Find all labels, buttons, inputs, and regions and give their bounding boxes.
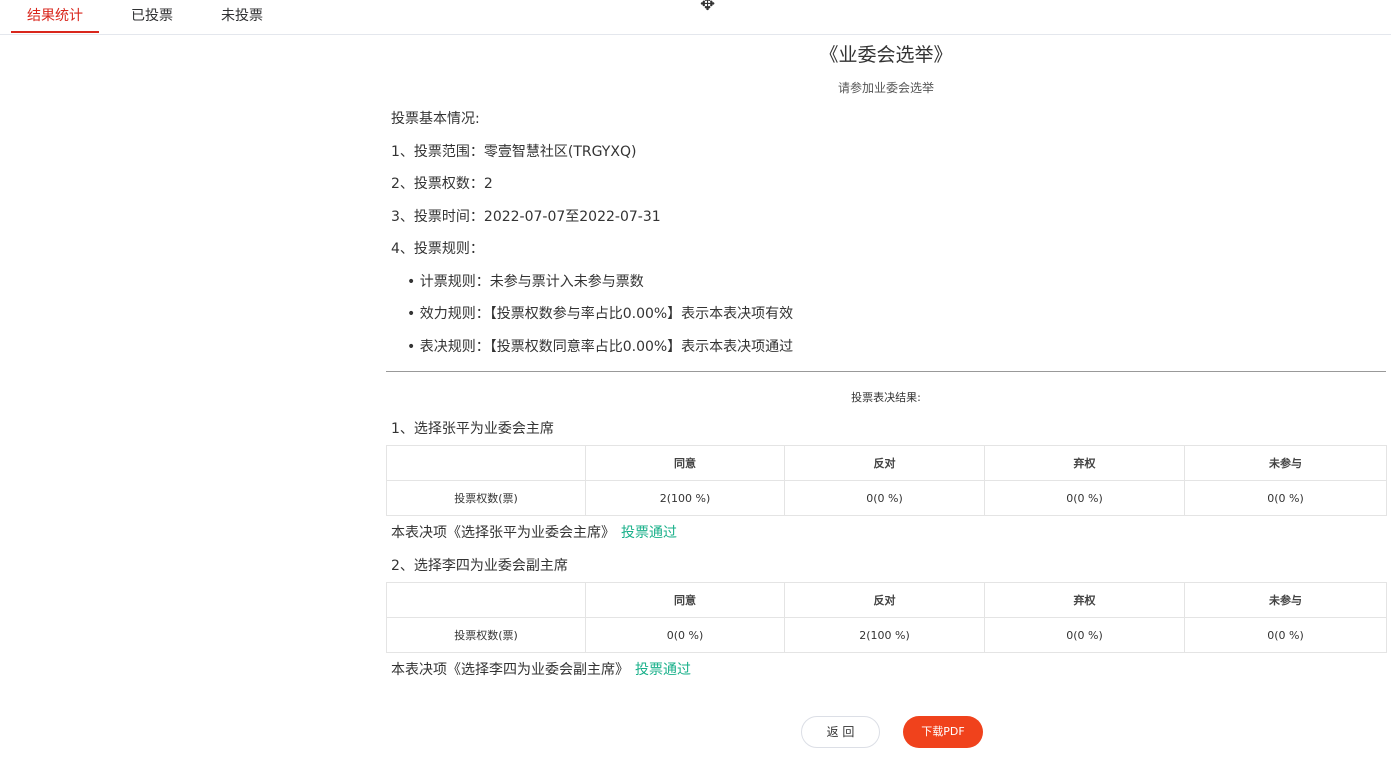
table-header-row: 同意 反对 弃权 未参与 <box>386 445 1387 481</box>
tab-result-stats[interactable]: 结果统计 <box>11 0 99 33</box>
table-row: 投票权数(票) 0(0 %) 2(100 %) 0(0 %) 0(0 %) <box>386 617 1387 653</box>
page-subtitle: 请参加业委会选举 <box>837 81 934 95</box>
resolution-rule: • 表决规则：【投票权数同意率占比0.00%】表示本表决项通过 <box>407 339 794 355</box>
row-label: 投票权数(票) <box>386 617 586 653</box>
table-cell: 2(100 %) <box>585 480 785 516</box>
item-title: 2、选择李四为业委会副主席 <box>391 558 568 574</box>
table-header-row: 同意 反对 弃权 未参与 <box>386 582 1387 618</box>
vote-scope: 1、投票范围：零壹智慧社区(TRGYXQ) <box>391 144 637 160</box>
verdict-text: 本表决项《选择张平为业委会主席》 <box>391 525 615 541</box>
active-tab-indicator <box>11 31 99 33</box>
verdict-text: 本表决项《选择李四为业委会副主席》 <box>391 662 629 678</box>
validity-rule: • 效力规则：【投票权数参与率占比0.00%】表示本表决项有效 <box>407 306 794 322</box>
table-header-cell <box>386 445 586 481</box>
item-verdict: 本表决项《选择李四为业委会副主席》 投票通过 <box>391 659 691 679</box>
table-header-cell: 弃权 <box>984 445 1185 481</box>
table-header-cell: 未参与 <box>1184 445 1387 481</box>
table-header-cell: 反对 <box>784 582 985 618</box>
divider <box>386 371 1386 372</box>
vote-weight: 2、投票权数：2 <box>391 176 493 192</box>
vote-result-table: 同意 反对 弃权 未参与 投票权数(票) 0(0 %) 2(100 %) 0(0… <box>386 582 1387 653</box>
back-button[interactable]: 返 回 <box>801 716 880 748</box>
row-label: 投票权数(票) <box>386 480 586 516</box>
item-verdict: 本表决项《选择张平为业委会主席》 投票通过 <box>391 522 677 542</box>
table-cell: 0(0 %) <box>585 617 785 653</box>
item-title: 1、选择张平为业委会主席 <box>391 421 554 437</box>
table-row: 投票权数(票) 2(100 %) 0(0 %) 0(0 %) 0(0 %) <box>386 480 1387 516</box>
table-cell: 0(0 %) <box>1184 480 1387 516</box>
table-header-cell: 未参与 <box>1184 582 1387 618</box>
move-cursor-icon: ✥ <box>700 0 716 15</box>
basic-info-heading: 投票基本情况: <box>391 111 480 127</box>
vote-result-table: 同意 反对 弃权 未参与 投票权数(票) 2(100 %) 0(0 %) 0(0… <box>386 445 1387 516</box>
results-heading: 投票表决结果: <box>851 391 921 404</box>
table-cell: 0(0 %) <box>984 480 1185 516</box>
tab-not-voted[interactable]: 未投票 <box>208 0 276 33</box>
table-header-cell: 反对 <box>784 445 985 481</box>
table-header-cell: 弃权 <box>984 582 1185 618</box>
counting-rule: • 计票规则：未参与票计入未参与票数 <box>407 274 644 290</box>
verdict-status: 投票通过 <box>621 525 677 541</box>
vote-time: 3、投票时间：2022-07-07至2022-07-31 <box>391 209 661 225</box>
table-cell: 0(0 %) <box>984 617 1185 653</box>
table-cell: 0(0 %) <box>784 480 985 516</box>
download-pdf-button[interactable]: 下载PDF <box>903 716 983 748</box>
tab-voted[interactable]: 已投票 <box>118 0 186 33</box>
table-cell: 2(100 %) <box>784 617 985 653</box>
page-title: 《业委会选举》 <box>819 44 953 66</box>
verdict-status: 投票通过 <box>635 662 691 678</box>
tab-bar: 结果统计 已投票 未投票 <box>0 0 1391 35</box>
table-header-cell: 同意 <box>585 582 785 618</box>
table-header-cell <box>386 582 586 618</box>
table-header-cell: 同意 <box>585 445 785 481</box>
vote-rules-heading: 4、投票规则： <box>391 241 484 257</box>
table-cell: 0(0 %) <box>1184 617 1387 653</box>
